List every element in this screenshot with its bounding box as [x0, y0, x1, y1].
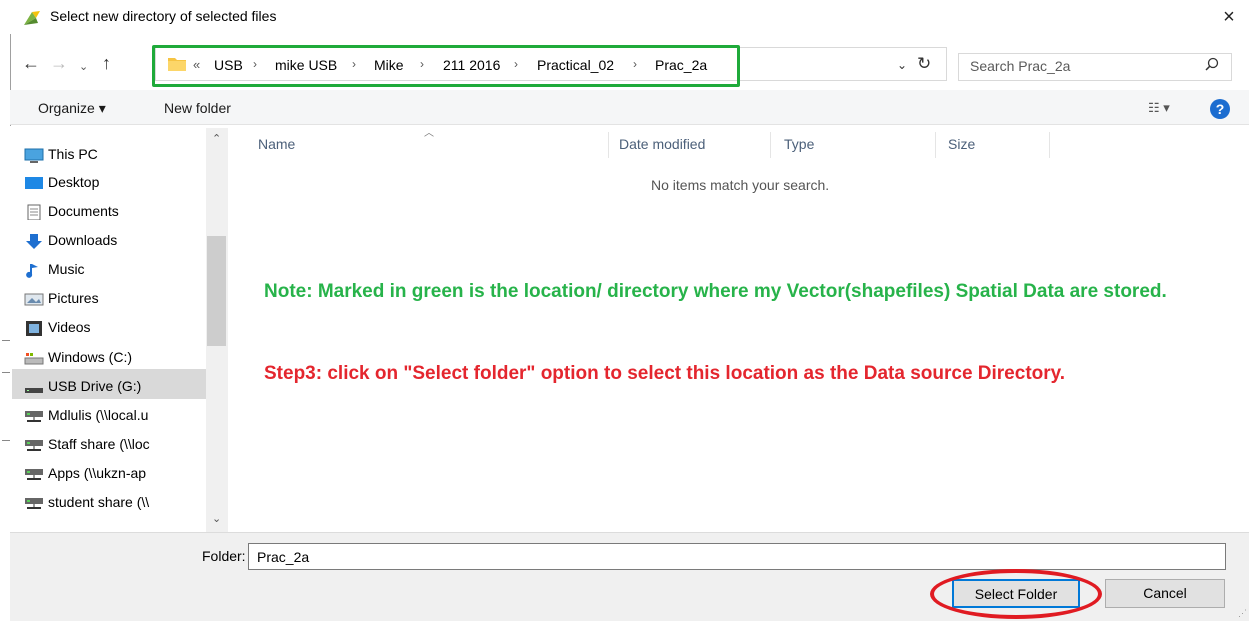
column-header-size[interactable]: Size [948, 136, 975, 152]
nav-item-music[interactable]: Music [48, 261, 85, 277]
background-divider [2, 372, 10, 373]
nav-scrollbar-thumb[interactable] [207, 236, 226, 346]
nav-item-videos[interactable]: Videos [48, 319, 91, 335]
dialog-title: Select new directory of selected files [50, 8, 277, 24]
qgis-app-icon [24, 11, 40, 25]
network-drive-icon [25, 411, 43, 422]
search-placeholder: Search Prac_2a [970, 58, 1071, 74]
network-drive-icon [25, 469, 43, 480]
refresh-icon[interactable]: ↻ [917, 54, 931, 74]
red-annotation-step: Step3: click on "Select folder" option t… [264, 363, 1066, 384]
videos-icon [26, 321, 42, 336]
music-icon [26, 264, 38, 278]
pc-icon [24, 148, 44, 163]
nav-item-this-pc[interactable]: This PC [48, 146, 98, 162]
view-options-icon[interactable]: ☷ ▾ [1148, 100, 1170, 116]
drive-icon [24, 353, 44, 365]
desktop-icon [25, 177, 43, 189]
nav-item-usb-drive-g[interactable]: USB Drive (G:) [48, 378, 141, 394]
network-drive-icon [25, 498, 43, 509]
recent-locations-chevron-icon[interactable]: ⌄ [79, 57, 88, 77]
sort-ascending-icon: ︿ [424, 128, 434, 139]
column-divider[interactable] [1049, 132, 1050, 158]
help-icon[interactable]: ? [1210, 99, 1230, 119]
folder-field-label: Folder: [202, 548, 246, 564]
downloads-icon [26, 234, 42, 249]
forward-arrow-icon[interactable]: → [50, 53, 68, 73]
nav-item-desktop[interactable]: Desktop [48, 174, 99, 190]
nav-item-mdlulis-local-u[interactable]: Mdlulis (\\local.u [48, 407, 148, 423]
nav-item-documents[interactable]: Documents [48, 203, 119, 219]
folder-name-input[interactable] [248, 543, 1226, 570]
up-arrow-icon[interactable]: ↑ [102, 53, 111, 73]
search-icon[interactable] [1205, 57, 1219, 71]
nav-item-staff-share-loc[interactable]: Staff share (\\loc [48, 436, 150, 452]
column-divider[interactable] [935, 132, 936, 158]
red-highlight-ellipse [930, 569, 1102, 619]
column-divider[interactable] [608, 132, 609, 158]
nav-item-pictures[interactable]: Pictures [48, 290, 99, 306]
column-header-date-modified[interactable]: Date modified [619, 136, 705, 152]
background-divider [2, 340, 10, 341]
close-button[interactable]: × [1214, 4, 1244, 30]
green-highlight-box [152, 45, 740, 87]
organize-button[interactable]: Organize ▾ [38, 100, 106, 117]
cancel-button[interactable]: Cancel [1105, 579, 1225, 608]
column-header-type[interactable]: Type [784, 136, 814, 152]
documents-icon [27, 204, 41, 220]
scroll-up-icon[interactable]: ⌃ [212, 132, 221, 145]
nav-item-windows-c[interactable]: Windows (C:) [48, 349, 132, 365]
new-folder-button[interactable]: New folder [164, 100, 231, 116]
back-arrow-icon[interactable]: ← [22, 53, 40, 73]
nav-item-student-share[interactable]: student share (\\ [48, 494, 149, 510]
column-divider[interactable] [770, 132, 771, 158]
pictures-icon [24, 293, 44, 306]
background-window [0, 0, 10, 620]
empty-list-message: No items match your search. [651, 177, 830, 193]
green-annotation-note: Note: Marked in green is the location/ d… [264, 281, 1167, 302]
usb-drive-icon [25, 388, 43, 393]
background-divider [2, 440, 10, 441]
network-drive-icon [25, 440, 43, 451]
address-dropdown-icon[interactable]: ⌄ [897, 58, 907, 72]
resize-grip-icon[interactable]: ⋰ [1238, 608, 1247, 619]
scroll-down-icon[interactable]: ⌄ [212, 512, 221, 525]
nav-item-downloads[interactable]: Downloads [48, 232, 117, 248]
column-header-name[interactable]: Name [258, 136, 295, 152]
nav-item-apps-ukzn-ap[interactable]: Apps (\\ukzn-ap [48, 465, 146, 481]
